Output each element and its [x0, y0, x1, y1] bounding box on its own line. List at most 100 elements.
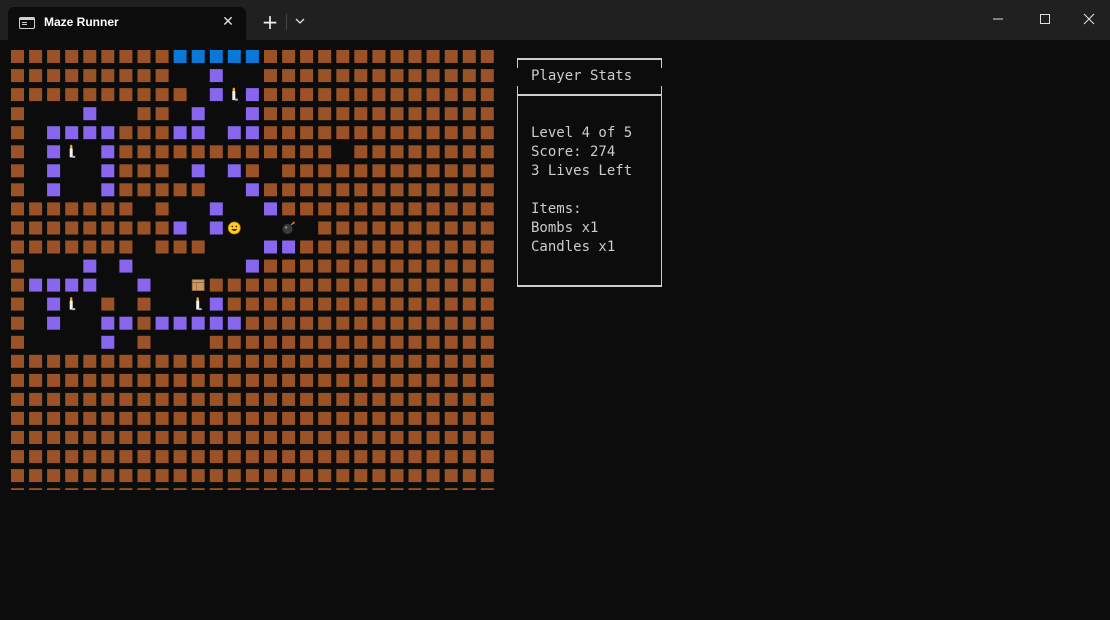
wall-tile — [11, 488, 24, 490]
minimize-button[interactable] — [975, 0, 1021, 38]
wall-tile — [65, 431, 79, 444]
wall-tile — [372, 316, 386, 330]
wall-tile — [47, 240, 61, 254]
wall-tile — [227, 297, 241, 311]
wall-tile — [318, 202, 332, 216]
wall-tile — [83, 221, 97, 235]
wall-tile — [83, 88, 97, 102]
maximize-button[interactable] — [1022, 0, 1068, 38]
wall-tile — [480, 88, 494, 102]
wall-tile — [11, 69, 24, 83]
wall-tile — [444, 183, 458, 197]
wall-tile — [318, 240, 332, 254]
chevron-down-icon[interactable] — [290, 11, 310, 31]
wall-tile — [372, 335, 386, 349]
wall-tile — [209, 431, 223, 444]
wall-tile — [354, 221, 368, 235]
tab-maze-runner[interactable]: Maze Runner ✕ — [8, 7, 246, 40]
wall-tile — [444, 69, 458, 83]
wall-tile — [300, 145, 314, 159]
items-label: Items: — [531, 201, 582, 217]
wall-tile — [408, 50, 422, 63]
wall-tile — [318, 469, 332, 483]
wall-tile — [119, 126, 133, 140]
wall-tile — [11, 107, 24, 121]
lit-wall-tile — [101, 316, 115, 330]
wall-tile — [426, 107, 440, 121]
wall-tile — [444, 431, 458, 444]
wall-tile — [119, 221, 133, 235]
wall-tile — [173, 373, 187, 387]
wall-tile — [137, 450, 151, 464]
wall-tile — [372, 373, 386, 387]
wall-tile — [372, 183, 386, 197]
wall-tile — [65, 469, 79, 483]
wall-tile — [354, 278, 368, 292]
wall-tile — [336, 431, 350, 444]
wall-tile — [444, 335, 458, 349]
wall-tile — [191, 240, 205, 254]
wall-tile — [426, 126, 440, 140]
lit-wall-tile — [47, 126, 61, 140]
wall-tile — [354, 411, 368, 425]
wall-tile — [282, 145, 296, 159]
wall-tile — [354, 450, 368, 464]
lit-wall-tile — [83, 107, 97, 121]
wall-tile — [426, 259, 440, 273]
wall-tile — [282, 411, 296, 425]
wall-tile — [444, 297, 458, 311]
wall-tile — [137, 50, 151, 63]
wall-tile — [101, 221, 115, 235]
wall-tile — [155, 88, 169, 102]
wall-tile — [408, 164, 422, 178]
new-tab-button[interactable]: + — [258, 10, 282, 34]
wall-tile — [462, 88, 476, 102]
wall-tile — [480, 354, 494, 368]
wall-tile — [282, 202, 296, 216]
close-tab-icon[interactable]: ✕ — [218, 12, 238, 32]
exit-tile — [245, 50, 259, 63]
wall-tile — [462, 431, 476, 444]
wall-tile — [318, 488, 332, 490]
wall-tile — [101, 88, 115, 102]
wall-tile — [137, 392, 151, 406]
wall-tile — [336, 392, 350, 406]
terminal-icon — [19, 17, 35, 29]
lit-wall-tile — [191, 164, 205, 178]
wall-tile — [101, 431, 115, 444]
wall-tile — [11, 126, 24, 140]
wall-tile — [119, 183, 133, 197]
wall-tile — [282, 69, 296, 83]
wall-tile — [390, 69, 404, 83]
wall-tile — [408, 183, 422, 197]
wall-tile — [300, 126, 314, 140]
wall-tile — [480, 240, 494, 254]
wall-tile — [300, 297, 314, 311]
wall-tile — [137, 335, 151, 349]
wall-tile — [83, 202, 97, 216]
wall-tile — [264, 183, 277, 197]
wall-tile — [480, 164, 494, 178]
wall-tile — [155, 69, 169, 83]
title-bar: Maze Runner ✕ + — [0, 0, 1110, 40]
wall-tile — [318, 316, 332, 330]
wall-tile — [372, 145, 386, 159]
wall-tile — [300, 354, 314, 368]
lit-wall-tile — [173, 126, 187, 140]
wall-tile — [408, 450, 422, 464]
wall-tile — [354, 240, 368, 254]
wall-tile — [282, 50, 296, 63]
wall-tile — [408, 221, 422, 235]
wall-tile — [318, 297, 332, 311]
wall-tile — [264, 278, 277, 292]
lit-wall-tile — [245, 126, 259, 140]
wall-tile — [300, 183, 314, 197]
wall-tile — [444, 469, 458, 483]
wall-tile — [318, 278, 332, 292]
wall-tile — [354, 88, 368, 102]
close-window-button[interactable] — [1066, 0, 1110, 38]
wall-tile — [29, 221, 43, 235]
wall-tile — [480, 450, 494, 464]
wall-tile — [83, 354, 97, 368]
wall-tile — [119, 88, 133, 102]
